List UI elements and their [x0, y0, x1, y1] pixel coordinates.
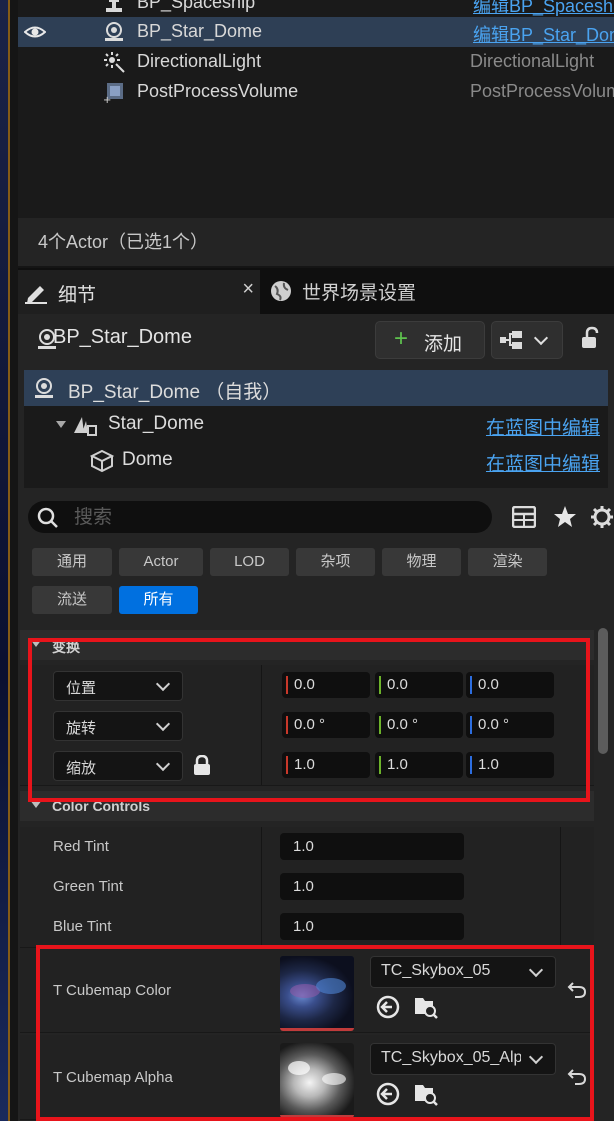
component-name: Star_Dome — [108, 413, 205, 434]
add-button-label: 添加 — [424, 334, 463, 355]
component-row[interactable]: Dome 在蓝图中编辑 — [24, 442, 608, 478]
table-view-icon[interactable] — [512, 506, 536, 528]
property-row-blue-tint: Blue Tint 1.0 — [20, 907, 594, 948]
component-name: BP_Star_Dome （自我） — [68, 382, 282, 403]
add-component-button[interactable]: + 添加 — [375, 321, 485, 359]
outliner-row[interactable]: + PostProcessVolume PostProcessVolume — [18, 77, 614, 107]
component-row[interactable]: Star_Dome 在蓝图中编辑 — [24, 406, 608, 442]
filter-lod[interactable]: LOD — [210, 548, 289, 576]
field-value: 1.0 — [293, 838, 314, 855]
green-tint-field[interactable]: 1.0 — [280, 873, 464, 900]
property-row-red-tint: Red Tint 1.0 — [20, 827, 594, 868]
details-search[interactable] — [28, 501, 492, 533]
directional-light-icon — [104, 52, 125, 73]
search-input[interactable] — [72, 504, 476, 532]
chevron-down-icon — [533, 330, 549, 346]
filter-all[interactable]: 所有 — [119, 586, 198, 614]
blueprint-icon — [500, 331, 522, 349]
outliner-item-type: PostProcessVolume — [470, 81, 614, 101]
column-divider — [560, 827, 561, 867]
filter-general[interactable]: 通用 — [32, 548, 112, 576]
svg-text:+: + — [103, 95, 111, 103]
field-value: 1.0 — [293, 878, 314, 895]
post-process-volume-icon: + — [103, 83, 123, 103]
star-icon[interactable] — [553, 505, 577, 529]
blueprint-actor-icon — [105, 22, 123, 41]
details-scrollbar[interactable] — [598, 628, 608, 754]
outliner-item-name: DirectionalLight — [137, 51, 262, 71]
actor-name[interactable]: BP_Star_Dome — [53, 326, 192, 349]
column-divider — [560, 867, 561, 907]
actor-icon — [106, 0, 122, 12]
outliner-item-name: PostProcessVolume — [137, 81, 299, 101]
close-icon[interactable]: × — [242, 278, 254, 301]
component-row-self[interactable]: BP_Star_Dome （自我） — [24, 370, 608, 406]
globe-icon — [271, 281, 291, 301]
tab-details[interactable]: 细节 × — [18, 270, 260, 314]
highlight-box-transform — [28, 638, 590, 802]
outliner-panel: BP_Spaceship 编辑BP_Spaceship BP_Star_Dome… — [18, 0, 614, 218]
outliner-item-type: DirectionalLight — [470, 51, 595, 71]
pencil-icon — [25, 286, 47, 304]
plus-icon: + — [394, 325, 409, 352]
outliner-item-name: BP_Star_Dome — [137, 21, 263, 41]
filter-actor[interactable]: Actor — [119, 548, 203, 576]
tab-world-settings-label: 世界场景设置 — [302, 283, 417, 304]
viewport-border — [8, 0, 10, 1121]
column-divider — [261, 907, 262, 947]
viewport-edge — [0, 0, 8, 1121]
blueprint-actor-icon — [35, 378, 53, 398]
column-divider — [560, 907, 561, 947]
tab-details-label: 细节 — [58, 285, 97, 306]
property-row-green-tint: Green Tint 1.0 — [20, 867, 594, 908]
blueprint-options-button[interactable] — [491, 321, 563, 359]
outliner-status: 4个Actor（已选1个） — [18, 218, 614, 266]
red-tint-field[interactable]: 1.0 — [280, 833, 464, 860]
outliner-item-name: BP_Spaceship — [137, 0, 256, 12]
eye-icon[interactable] — [24, 22, 46, 42]
edit-in-blueprint-link[interactable]: 在蓝图中编辑 — [486, 449, 600, 476]
outliner-row[interactable]: DirectionalLight DirectionalLight — [18, 47, 614, 77]
outliner-row-selected[interactable]: BP_Star_Dome 编辑BP_Star_Dome — [18, 17, 614, 47]
property-label: Green Tint — [53, 878, 124, 895]
filter-physics[interactable]: 物理 — [382, 548, 461, 576]
property-label: Red Tint — [53, 838, 109, 855]
field-value: 1.0 — [293, 918, 314, 935]
filter-streaming[interactable]: 流送 — [32, 586, 112, 614]
property-label: Blue Tint — [53, 918, 112, 935]
column-divider — [261, 827, 262, 867]
edit-in-blueprint-link[interactable]: 在蓝图中编辑 — [486, 413, 600, 440]
outliner-item-type-link[interactable]: 编辑BP_Star_Dome — [473, 21, 614, 47]
filter-misc[interactable]: 杂项 — [296, 548, 375, 576]
gear-icon[interactable] — [590, 505, 614, 529]
mesh-cube-icon — [90, 449, 114, 473]
component-name: Dome — [122, 449, 173, 470]
outliner-row[interactable]: BP_Spaceship 编辑BP_Spaceship — [18, 0, 614, 18]
blue-tint-field[interactable]: 1.0 — [280, 913, 464, 940]
component-tree: BP_Star_Dome （自我） Star_Dome 在蓝图中编辑 Dome … — [24, 370, 608, 488]
tab-bar: 细节 × 世界场景设置 — [18, 268, 614, 314]
column-divider — [261, 867, 262, 907]
unlock-icon[interactable] — [579, 326, 603, 350]
highlight-box-cubemaps — [36, 945, 594, 1121]
outliner-item-type-link[interactable]: 编辑BP_Spaceship — [473, 0, 614, 18]
search-icon — [37, 507, 58, 528]
static-mesh-icon — [74, 417, 97, 436]
expand-arrow-icon[interactable] — [56, 421, 66, 428]
filter-rendering[interactable]: 渲染 — [468, 548, 547, 576]
